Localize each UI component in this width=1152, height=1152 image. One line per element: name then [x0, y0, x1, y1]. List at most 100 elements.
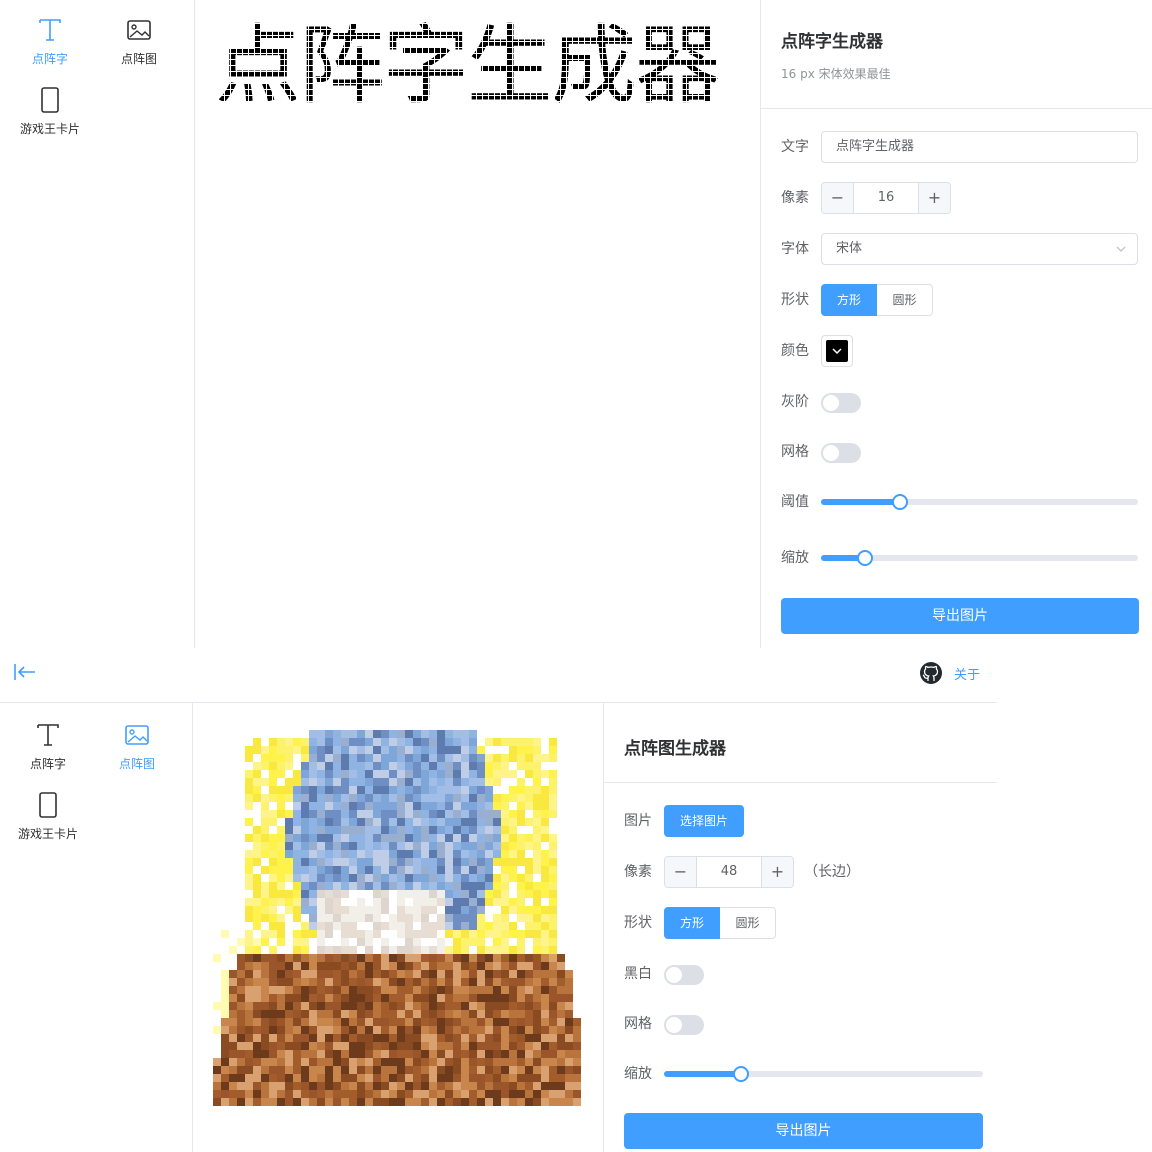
collapse-left-icon[interactable]: [13, 662, 37, 682]
pixel-cell: [477, 1034, 485, 1042]
pixel-cell: [341, 794, 349, 802]
pixel-cell: [253, 762, 261, 770]
pixel-cell: [373, 994, 381, 1002]
pixel-cell: [277, 1034, 285, 1042]
pixel-cell: [269, 1098, 277, 1106]
shape-circle-button[interactable]: 圆形: [720, 907, 776, 939]
shape-square-button[interactable]: 方形: [821, 284, 877, 316]
zoom-slider[interactable]: [821, 550, 1138, 566]
pixel-cell: [317, 1034, 325, 1042]
tool-dot-image[interactable]: 点阵图: [92, 719, 182, 779]
pixel-cell: [277, 986, 285, 994]
tool-dot-text[interactable]: 点阵字: [5, 14, 95, 74]
about-link[interactable]: 关于: [954, 664, 980, 683]
slider-thumb[interactable]: [857, 550, 874, 566]
choose-image-button[interactable]: 选择图片: [664, 805, 744, 837]
settings-title: 点阵图生成器: [624, 739, 726, 759]
font-select[interactable]: 宋体: [821, 233, 1138, 265]
pixel-stepper: − 48 +: [664, 856, 794, 888]
pixel-cell: [261, 914, 269, 922]
pixel-cell: [517, 1058, 525, 1066]
pixel-cell: [325, 1042, 333, 1050]
grid-switch[interactable]: [821, 443, 861, 463]
pixel-cell: [237, 1058, 245, 1066]
pixel-cell: [357, 786, 365, 794]
pixel-cell: [253, 890, 261, 898]
pixel-cell: [341, 1010, 349, 1018]
tool-yugioh-card[interactable]: 游戏王卡片: [3, 789, 93, 849]
pixel-cell: [573, 1034, 581, 1042]
black-white-switch[interactable]: [664, 965, 704, 985]
github-icon[interactable]: [919, 661, 943, 685]
pixel-cell: [413, 770, 421, 778]
pixel-cell: [485, 762, 493, 770]
pixel-cell: [493, 970, 501, 978]
color-picker[interactable]: [821, 335, 853, 367]
pixel-cell: [549, 906, 557, 914]
grayscale-switch[interactable]: [821, 393, 861, 413]
export-image-button[interactable]: 导出图片: [781, 598, 1139, 634]
pixel-value[interactable]: 48: [697, 857, 761, 887]
pixel-cell: [269, 914, 277, 922]
pixel-cell: [461, 1026, 469, 1034]
pixel-cell: [309, 738, 317, 746]
export-image-button[interactable]: 导出图片: [624, 1113, 983, 1149]
pixel-cell: [541, 922, 549, 930]
text-input[interactable]: 点阵字生成器: [821, 131, 1138, 163]
zoom-slider[interactable]: [664, 1066, 983, 1082]
pixel-cell: [453, 730, 461, 738]
pixel-cell: [421, 778, 429, 786]
shape-square-button[interactable]: 方形: [664, 907, 720, 939]
pixel-cell: [341, 1042, 349, 1050]
pixel-cell: [429, 938, 437, 946]
pixel-cell: [437, 770, 445, 778]
pixel-cell: [557, 978, 565, 986]
grid-switch[interactable]: [664, 1015, 704, 1035]
pixel-suffix: （长边）: [804, 864, 860, 880]
pixel-cell: [229, 1026, 237, 1034]
pixel-cell: [525, 906, 533, 914]
pixel-cell: [541, 786, 549, 794]
decrement-button[interactable]: −: [665, 857, 697, 887]
pixel-cell: [357, 1098, 365, 1106]
pixel-value[interactable]: 16: [854, 183, 918, 213]
pixel-cell: [405, 898, 413, 906]
pixel-cell: [237, 1098, 245, 1106]
pixel-cell: [485, 978, 493, 986]
pixel-cell: [477, 954, 485, 962]
pixel-cell: [301, 1074, 309, 1082]
pixel-cell: [269, 858, 277, 866]
shape-circle-button[interactable]: 圆形: [877, 284, 933, 316]
tool-dot-image[interactable]: 点阵图: [94, 14, 184, 74]
pixel-cell: [389, 826, 397, 834]
pixel-cell: [357, 778, 365, 786]
increment-button[interactable]: +: [761, 857, 793, 887]
tool-dot-text[interactable]: 点阵字: [3, 719, 93, 779]
pixel-cell: [253, 1074, 261, 1082]
pixel-cell: [293, 746, 301, 754]
pixel-cell: [469, 970, 477, 978]
pixel-cell: [333, 1034, 341, 1042]
pixel-cell: [533, 1090, 541, 1098]
decrement-button[interactable]: −: [822, 183, 854, 213]
pixel-cell: [317, 954, 325, 962]
pixel-cell: [341, 762, 349, 770]
pixel-cell: [485, 1042, 493, 1050]
pixel-cell: [325, 1050, 333, 1058]
slider-thumb[interactable]: [732, 1066, 749, 1082]
slider-thumb[interactable]: [892, 494, 909, 510]
pixel-cell: [429, 986, 437, 994]
pixel-cell: [301, 1042, 309, 1050]
tool-yugioh-card[interactable]: 游戏王卡片: [5, 84, 95, 144]
pixel-cell: [397, 1026, 405, 1034]
pixel-cell: [413, 1034, 421, 1042]
pixel-cell: [469, 794, 477, 802]
pixel-cell: [277, 842, 285, 850]
increment-button[interactable]: +: [918, 183, 950, 213]
pixel-cell: [229, 1098, 237, 1106]
pixel-cell: [445, 866, 453, 874]
threshold-slider[interactable]: [821, 494, 1138, 510]
pixel-cell: [333, 930, 341, 938]
pixel-cell: [365, 730, 373, 738]
pixel-cell: [405, 1002, 413, 1010]
